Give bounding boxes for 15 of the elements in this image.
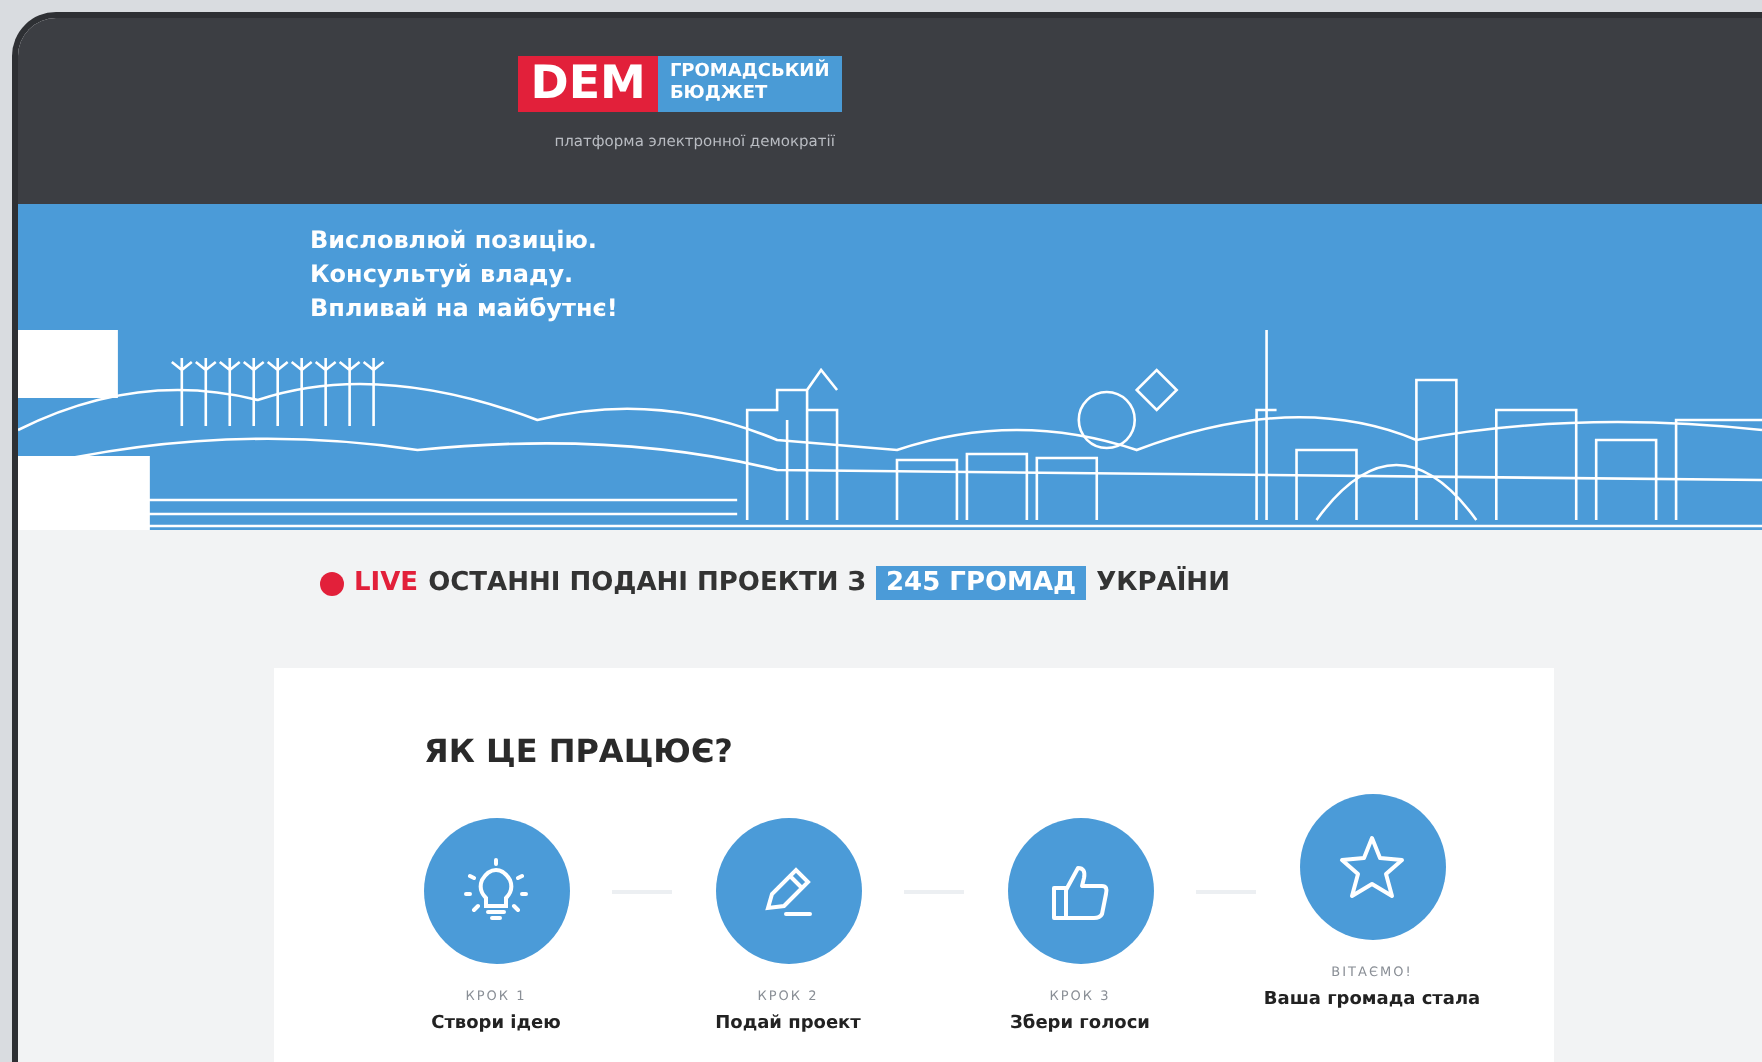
logo-title[interactable]: ГРОМАДСЬКИЙ БЮДЖЕТ	[657, 56, 842, 112]
live-caption: ОСТАННІ ПОДАНІ ПРОЕКТИ З	[428, 568, 866, 598]
hero-slogan: Висловлюй позицію. Консультуй владу. Впливай на майбутнє!	[310, 224, 620, 326]
star-icon	[1338, 833, 1406, 901]
step-text: Збери голоси	[1010, 1014, 1150, 1034]
step-text: Ваша громада стала	[1263, 990, 1481, 1010]
logo-mark[interactable]: DEM	[518, 56, 658, 112]
live-label: LIVE	[354, 568, 419, 598]
communities-count[interactable]: 245 ГРОМАД	[876, 566, 1087, 600]
step-text: Створи ідею	[431, 1014, 561, 1034]
section-title: ЯК ЦЕ ПРАЦЮЄ?	[424, 732, 735, 770]
live-dot	[320, 571, 344, 595]
lightbulb-icon	[462, 857, 530, 925]
live-caption-suffix: УКРАЇНИ	[1096, 568, 1230, 598]
step-text: Подай проект	[715, 1014, 861, 1034]
